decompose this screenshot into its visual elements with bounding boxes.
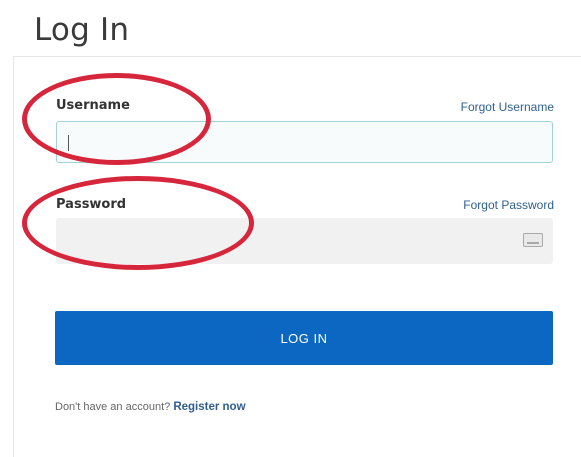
username-label: Username bbox=[56, 98, 130, 113]
username-field[interactable] bbox=[56, 121, 553, 163]
text-caret bbox=[68, 135, 69, 151]
page-title: Log In bbox=[34, 12, 130, 48]
keyboard-icon[interactable] bbox=[523, 233, 543, 247]
password-field[interactable] bbox=[56, 218, 553, 264]
register-row: Don't have an account? Register now bbox=[55, 401, 246, 413]
password-label: Password bbox=[56, 197, 127, 212]
login-button[interactable]: LOG IN bbox=[55, 311, 553, 365]
forgot-username-link[interactable]: Forgot Username bbox=[461, 100, 554, 114]
register-link[interactable]: Register now bbox=[173, 401, 245, 413]
register-prompt: Don't have an account? bbox=[55, 401, 171, 413]
forgot-password-link[interactable]: Forgot Password bbox=[463, 198, 554, 212]
